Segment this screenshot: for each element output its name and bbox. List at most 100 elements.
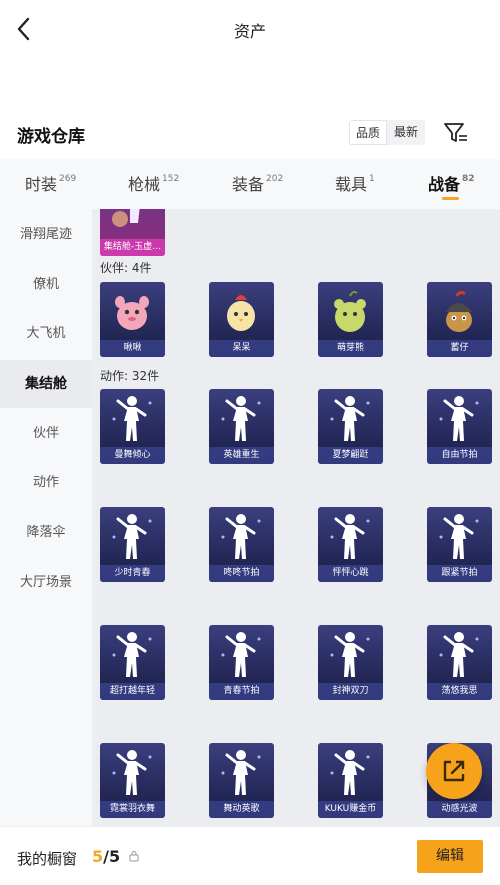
item-name: 动感光波: [427, 801, 492, 818]
chick-partner-art: [227, 295, 255, 331]
showcase-bar: 我的橱窗 5/5 编辑: [0, 826, 500, 885]
share-button[interactable]: [426, 743, 482, 799]
item-card[interactable]: 咚咚节拍: [209, 507, 274, 582]
item-card[interactable]: 英雄重生: [209, 389, 274, 464]
item-art: [112, 209, 140, 227]
showcase-label: 我的橱窗: [17, 850, 78, 868]
warehouse-title: 游戏仓库: [17, 127, 85, 147]
sidebar: 滑翔尾迹 僚机 大飞机 集结舱 伙伴 动作 降落伞 大厅场景: [0, 209, 92, 826]
dancer-art: [439, 632, 479, 677]
item-name: 怦怦心跳: [318, 565, 383, 582]
sidebar-item-assembly-pod[interactable]: 集结舱: [0, 360, 92, 408]
dancer-art: [330, 396, 370, 441]
sidebar-item-lobby-scene[interactable]: 大厅场景: [0, 559, 92, 607]
lock-icon: [129, 851, 139, 862]
dancer-art: [112, 396, 152, 441]
dancer-art: [439, 396, 479, 441]
item-name: 蓄仔: [427, 340, 492, 357]
item-card[interactable]: 呆呆: [209, 282, 274, 357]
item-card[interactable]: KUKU赚金币: [318, 743, 383, 818]
item-name: 曼舞倾心: [100, 447, 165, 464]
tab-label: 时装: [25, 175, 58, 194]
item-name: KUKU赚金币: [318, 801, 383, 818]
tab-label: 载具: [335, 175, 368, 194]
showcase-total: /5: [103, 847, 121, 866]
item-name: 自由节拍: [427, 447, 492, 464]
dancer-art: [221, 514, 261, 559]
tab-count: 202: [266, 173, 284, 184]
item-name: 啾啾: [100, 340, 165, 357]
tab-count: 152: [162, 173, 180, 184]
item-card[interactable]: 集结舱-玉虚…: [100, 209, 165, 256]
partner-group-label: 伙伴: 4件: [100, 261, 152, 275]
filter-icon[interactable]: [443, 121, 469, 145]
tab-label: 装备: [232, 175, 265, 194]
item-name: 夏梦翩跹: [318, 447, 383, 464]
item-card[interactable]: 荡悠我思: [427, 625, 492, 700]
top-bar: 资产: [0, 0, 500, 60]
item-card[interactable]: 舞动英歌: [209, 743, 274, 818]
helmet-partner-art: [446, 290, 472, 332]
dancer-art: [330, 632, 370, 677]
showcase-current: 5: [92, 847, 104, 866]
item-card[interactable]: 超打越年轻: [100, 625, 165, 700]
dancer-art: [330, 514, 370, 559]
tab-vehicles[interactable]: 载具 1: [335, 171, 375, 195]
item-card[interactable]: 跟紧节拍: [427, 507, 492, 582]
item-name: 咚咚节拍: [209, 565, 274, 582]
item-card[interactable]: 霓裳羽衣舞: [100, 743, 165, 818]
dancer-art: [112, 514, 152, 559]
item-name: 封神双刀: [318, 683, 383, 700]
sidebar-item-wingman[interactable]: 僚机: [0, 261, 92, 309]
edit-button[interactable]: 编辑: [417, 840, 483, 873]
dancer-art: [221, 632, 261, 677]
tab-label: 战备: [428, 175, 461, 194]
dancer-art: [112, 632, 152, 677]
item-card[interactable]: 啾啾: [100, 282, 165, 357]
item-card[interactable]: 曼舞倾心: [100, 389, 165, 464]
sidebar-item-big-plane[interactable]: 大飞机: [0, 310, 92, 358]
item-card[interactable]: 蓄仔: [427, 282, 492, 357]
sidebar-item-action[interactable]: 动作: [0, 459, 92, 507]
item-card[interactable]: 夏梦翩跹: [318, 389, 383, 464]
item-card[interactable]: 自由节拍: [427, 389, 492, 464]
tab-guns[interactable]: 枪械 152: [128, 171, 179, 195]
dancer-art: [221, 750, 261, 795]
warehouse-header: 游戏仓库 品质 最新: [0, 110, 500, 156]
item-name: 少时青春: [100, 565, 165, 582]
tab-equipment[interactable]: 装备 202: [232, 171, 283, 195]
item-name: 霓裳羽衣舞: [100, 801, 165, 818]
item-card[interactable]: 青春节拍: [209, 625, 274, 700]
active-tab-indicator: [442, 197, 459, 200]
action-group-label: 动作: 32件: [100, 369, 160, 383]
item-name: 集结舱-玉虚…: [100, 239, 165, 256]
item-name: 萌芽熊: [318, 340, 383, 357]
tab-count: 1: [369, 173, 375, 184]
item-name: 英雄重生: [209, 447, 274, 464]
item-card[interactable]: 萌芽熊: [318, 282, 383, 357]
item-card[interactable]: 封神双刀: [318, 625, 383, 700]
item-name: 舞动英歌: [209, 801, 274, 818]
sort-toggle: 品质 最新: [349, 120, 425, 145]
sort-quality-button[interactable]: 品质: [349, 120, 387, 145]
dancer-art: [439, 514, 479, 559]
page-title: 资产: [233, 22, 266, 41]
bear-partner-art: [334, 291, 366, 332]
tab-battle-prep[interactable]: 战备 82: [428, 171, 475, 195]
tab-label: 枪械: [128, 175, 161, 194]
item-card[interactable]: 怦怦心跳: [318, 507, 383, 582]
share-export-icon: [443, 760, 465, 782]
item-name: 青春节拍: [209, 683, 274, 700]
sidebar-item-parachute[interactable]: 降落伞: [0, 509, 92, 557]
tab-count: 82: [462, 173, 475, 184]
tab-fashion[interactable]: 时装 269: [25, 171, 76, 195]
sidebar-item-partner[interactable]: 伙伴: [0, 410, 92, 458]
sidebar-item-glide-trail[interactable]: 滑翔尾迹: [0, 211, 92, 259]
pink-partner-art: [115, 296, 149, 330]
sort-newest-button[interactable]: 最新: [387, 120, 425, 145]
item-grid: 集结舱-玉虚… 伙伴: 4件 啾啾 呆呆 萌芽熊 蓄仔 动作: 32件 曼舞倾心…: [92, 209, 500, 826]
item-card[interactable]: 少时青春: [100, 507, 165, 582]
item-name: 荡悠我思: [427, 683, 492, 700]
dancer-art: [221, 396, 261, 441]
item-name: 超打越年轻: [100, 683, 165, 700]
